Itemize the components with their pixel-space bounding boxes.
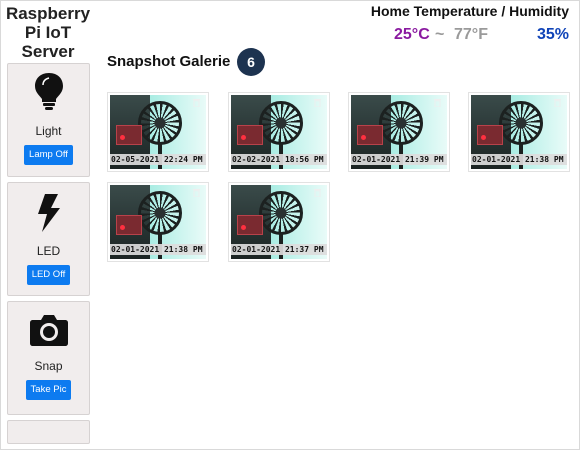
light-label: Light [35,124,62,138]
led-card: LED LED Off [7,182,90,296]
snapshot-image[interactable]: 02-01-2021 21:39 PM [351,95,447,169]
snapshot-thumbnail[interactable]: 02-02-2021 18:56 PM [228,92,330,172]
brand-line-3: Server [21,42,75,61]
temperature-fahrenheit: 77°F [454,26,488,43]
led-off-button[interactable]: LED Off [26,265,71,285]
brand-line-2: Pi IoT [24,23,72,42]
lightning-icon [37,194,60,232]
trash-icon[interactable] [314,99,321,107]
snap-label: Snap [34,359,63,373]
temperature-separator: ~ [435,26,445,43]
environment-readings: 25°C ~ 77°F 35% [394,26,569,46]
snapshot-image[interactable]: 02-01-2021 21:37 PM [231,185,327,259]
take-pic-button[interactable]: Take Pic [25,380,72,400]
trash-icon[interactable] [193,99,200,107]
gallery-title: Snapshot Galerie [107,53,231,70]
snapshot-count-badge: 6 [237,48,265,76]
snapshot-image[interactable]: 02-01-2021 21:38 PM [471,95,567,169]
snapshot-timestamp: 02-01-2021 21:38 PM [471,154,567,165]
led-label: LED [36,244,61,258]
brand-line-1: Raspberry [5,4,91,23]
snapshot-thumbnail[interactable]: 02-05-2021 22:24 PM [107,92,209,172]
trash-icon[interactable] [193,189,200,197]
trash-icon[interactable] [434,99,441,107]
environment-title: Home Temperature / Humidity [370,3,569,19]
snapshot-timestamp: 02-05-2021 22:24 PM [110,154,206,165]
snapshot-thumbnail[interactable]: 02-01-2021 21:38 PM [107,182,209,262]
snapshot-thumbnail[interactable]: 02-01-2021 21:37 PM [228,182,330,262]
trash-icon[interactable] [554,99,561,107]
empty-card [7,420,90,444]
trash-icon[interactable] [314,189,321,197]
snapshot-thumbnail[interactable]: 02-01-2021 21:39 PM [348,92,450,172]
lightbulb-icon [34,73,63,110]
camera-icon [29,315,68,346]
humidity-value: 35% [536,26,569,43]
snap-card: Snap Take Pic [7,301,90,415]
snapshot-timestamp: 02-02-2021 18:56 PM [231,154,327,165]
brand-title: Raspberry Pi IoT Server [5,4,91,61]
snapshot-image[interactable]: 02-01-2021 21:38 PM [110,185,206,259]
snapshot-timestamp: 02-01-2021 21:38 PM [110,244,206,255]
light-card: Light Lamp Off [7,63,90,177]
snapshot-timestamp: 02-01-2021 21:37 PM [231,244,327,255]
snapshot-thumbnail[interactable]: 02-01-2021 21:38 PM [468,92,570,172]
snapshot-timestamp: 02-01-2021 21:39 PM [351,154,447,165]
snapshot-image[interactable]: 02-05-2021 22:24 PM [110,95,206,169]
snapshot-image[interactable]: 02-02-2021 18:56 PM [231,95,327,169]
temperature-celsius: 25°C [394,26,430,43]
lamp-off-button[interactable]: Lamp Off [24,145,73,165]
